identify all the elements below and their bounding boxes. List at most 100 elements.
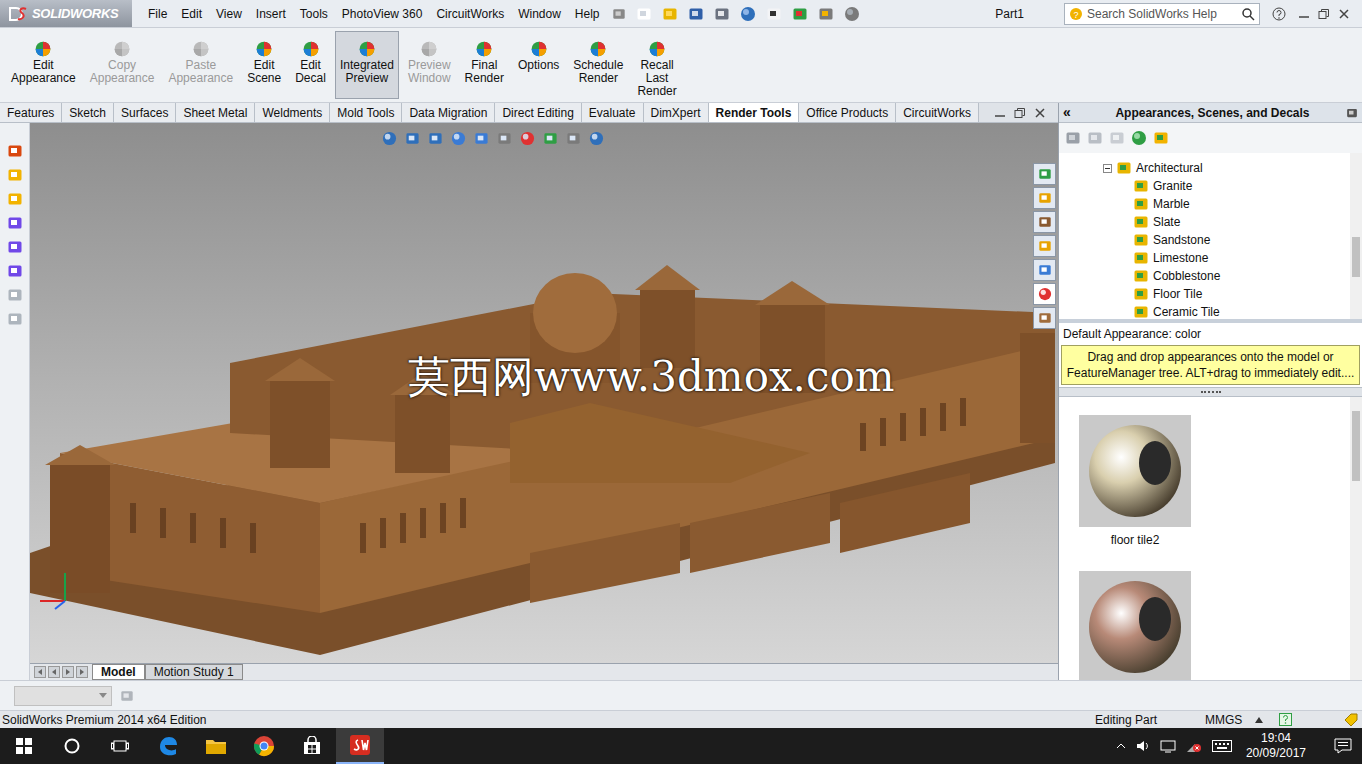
command-tab[interactable]: Office Products: [799, 103, 896, 122]
view-tool-icon[interactable]: [497, 131, 512, 146]
tool-icon[interactable]: [7, 287, 23, 303]
tree-item[interactable]: Cobblestone: [1103, 267, 1350, 285]
magnifier-icon[interactable]: [1241, 7, 1255, 21]
tool-icon[interactable]: [7, 143, 23, 159]
task-pane-tab[interactable]: [1033, 163, 1056, 185]
new-icon[interactable]: [636, 6, 652, 22]
ribbon-button[interactable]: Schedule Render: [568, 31, 628, 99]
task-pane-tab[interactable]: [1033, 283, 1056, 305]
explorer-button[interactable]: [192, 728, 240, 764]
model-tab[interactable]: Motion Study 1: [145, 664, 243, 680]
command-tab[interactable]: Sketch: [62, 103, 114, 122]
view-tool-icon[interactable]: [428, 131, 443, 146]
minimize-icon[interactable]: [1298, 8, 1310, 20]
folder-icon[interactable]: [1087, 130, 1103, 146]
task-view-button[interactable]: [96, 728, 144, 764]
up-icon[interactable]: [1153, 130, 1169, 146]
task-pane-tab[interactable]: [1033, 211, 1056, 233]
folder-new-icon[interactable]: [1109, 130, 1125, 146]
command-tab[interactable]: Data Migration: [402, 103, 495, 122]
thumbnail-scrollbar[interactable]: [1350, 397, 1362, 680]
ribbon-button[interactable]: Preview Window: [403, 31, 456, 99]
view-tool-icon[interactable]: [566, 131, 581, 146]
minimize-icon[interactable]: [994, 107, 1006, 119]
task-pane-tab[interactable]: [1033, 307, 1056, 329]
solidworks-button[interactable]: [336, 728, 384, 764]
keyboard-icon[interactable]: [1212, 740, 1232, 752]
units-arrow-icon[interactable]: [1255, 717, 1263, 723]
ribbon-button[interactable]: Recall Last Render: [632, 31, 681, 101]
tool-icon[interactable]: [7, 263, 23, 279]
clock[interactable]: 19:0420/09/2017: [1242, 731, 1310, 761]
command-tab[interactable]: Features: [0, 103, 62, 122]
display-icon[interactable]: [1160, 739, 1176, 753]
store-button[interactable]: [288, 728, 336, 764]
graphics-viewport[interactable]: 莫西网www.3dmox.com: [30, 123, 1058, 663]
select-icon[interactable]: [766, 6, 782, 22]
command-tab[interactable]: Evaluate: [582, 103, 644, 122]
command-tab[interactable]: CircuitWorks: [896, 103, 979, 122]
tool-icon[interactable]: [7, 215, 23, 231]
edge-button[interactable]: [144, 728, 192, 764]
restore-icon[interactable]: [1318, 8, 1330, 20]
ribbon-button[interactable]: Options: [513, 31, 564, 99]
tab-scroll-icon[interactable]: [76, 666, 88, 678]
command-tab[interactable]: Surfaces: [114, 103, 176, 122]
task-pane-tab[interactable]: [1033, 187, 1056, 209]
pin-icon[interactable]: [612, 7, 626, 21]
tool-icon[interactable]: [7, 311, 23, 327]
collapse-box-icon[interactable]: [1103, 164, 1112, 173]
view-tool-icon[interactable]: [405, 131, 420, 146]
restore-icon[interactable]: [1014, 107, 1026, 119]
view-tool-icon[interactable]: [451, 131, 466, 146]
config-icon[interactable]: [120, 689, 134, 703]
view-tool-icon[interactable]: [520, 131, 535, 146]
tree-item[interactable]: Marble: [1103, 195, 1350, 213]
view-tool-icon[interactable]: [382, 131, 397, 146]
task-pane-tab[interactable]: [1033, 235, 1056, 257]
appearance-thumbnail[interactable]: floor tile2: [1079, 415, 1191, 549]
command-tab[interactable]: Mold Tools: [330, 103, 402, 122]
model-tab[interactable]: Model: [92, 664, 145, 680]
tag-icon[interactable]: [1344, 713, 1358, 727]
tab-scroll-icon[interactable]: [62, 666, 74, 678]
undo-icon[interactable]: [740, 6, 756, 22]
ribbon-button[interactable]: Edit Decal: [290, 31, 331, 99]
search-button[interactable]: [48, 728, 96, 764]
command-tab[interactable]: Render Tools: [709, 103, 800, 122]
volume-icon[interactable]: [1136, 739, 1150, 753]
collapse-button[interactable]: «: [1063, 102, 1079, 123]
file-properties-icon[interactable]: [818, 6, 834, 22]
splitter[interactable]: [1059, 387, 1362, 397]
tree-scrollbar[interactable]: [1350, 153, 1362, 319]
save-icon[interactable]: [688, 6, 704, 22]
help-icon[interactable]: [1272, 7, 1286, 21]
tray-expand-icon[interactable]: [1116, 743, 1126, 749]
command-tab[interactable]: Direct Editing: [495, 103, 581, 122]
ribbon-button[interactable]: Final Render: [460, 31, 509, 99]
search-field[interactable]: ?Search SolidWorks Help: [1064, 3, 1260, 25]
tab-scroll-icon[interactable]: [48, 666, 60, 678]
menu-item[interactable]: Edit: [181, 5, 202, 23]
ribbon-button[interactable]: Integrated Preview: [335, 31, 399, 99]
command-tab[interactable]: Sheet Metal: [176, 103, 255, 122]
open-icon[interactable]: [662, 6, 678, 22]
menu-item[interactable]: CircuitWorks: [436, 5, 504, 23]
print-icon[interactable]: [714, 6, 730, 22]
tool-icon[interactable]: [7, 167, 23, 183]
tool-icon[interactable]: [7, 239, 23, 255]
ribbon-button[interactable]: Edit Scene: [242, 31, 286, 99]
network-error-icon[interactable]: [1186, 739, 1202, 753]
close-icon[interactable]: [1034, 107, 1046, 119]
tree-node[interactable]: Architectural: [1103, 159, 1350, 177]
tree-item[interactable]: Ceramic Tile: [1103, 303, 1350, 321]
view-tool-icon[interactable]: [474, 131, 489, 146]
view-tool-icon[interactable]: [589, 131, 604, 146]
add-icon[interactable]: [1065, 130, 1081, 146]
tree-item[interactable]: Limestone: [1103, 249, 1350, 267]
tree-item[interactable]: Sandstone: [1103, 231, 1350, 249]
ribbon-button[interactable]: Copy Appearance: [85, 31, 160, 99]
help-status-icon[interactable]: [1279, 713, 1292, 726]
tool-icon[interactable]: [7, 191, 23, 207]
view-tool-icon[interactable]: [543, 131, 558, 146]
